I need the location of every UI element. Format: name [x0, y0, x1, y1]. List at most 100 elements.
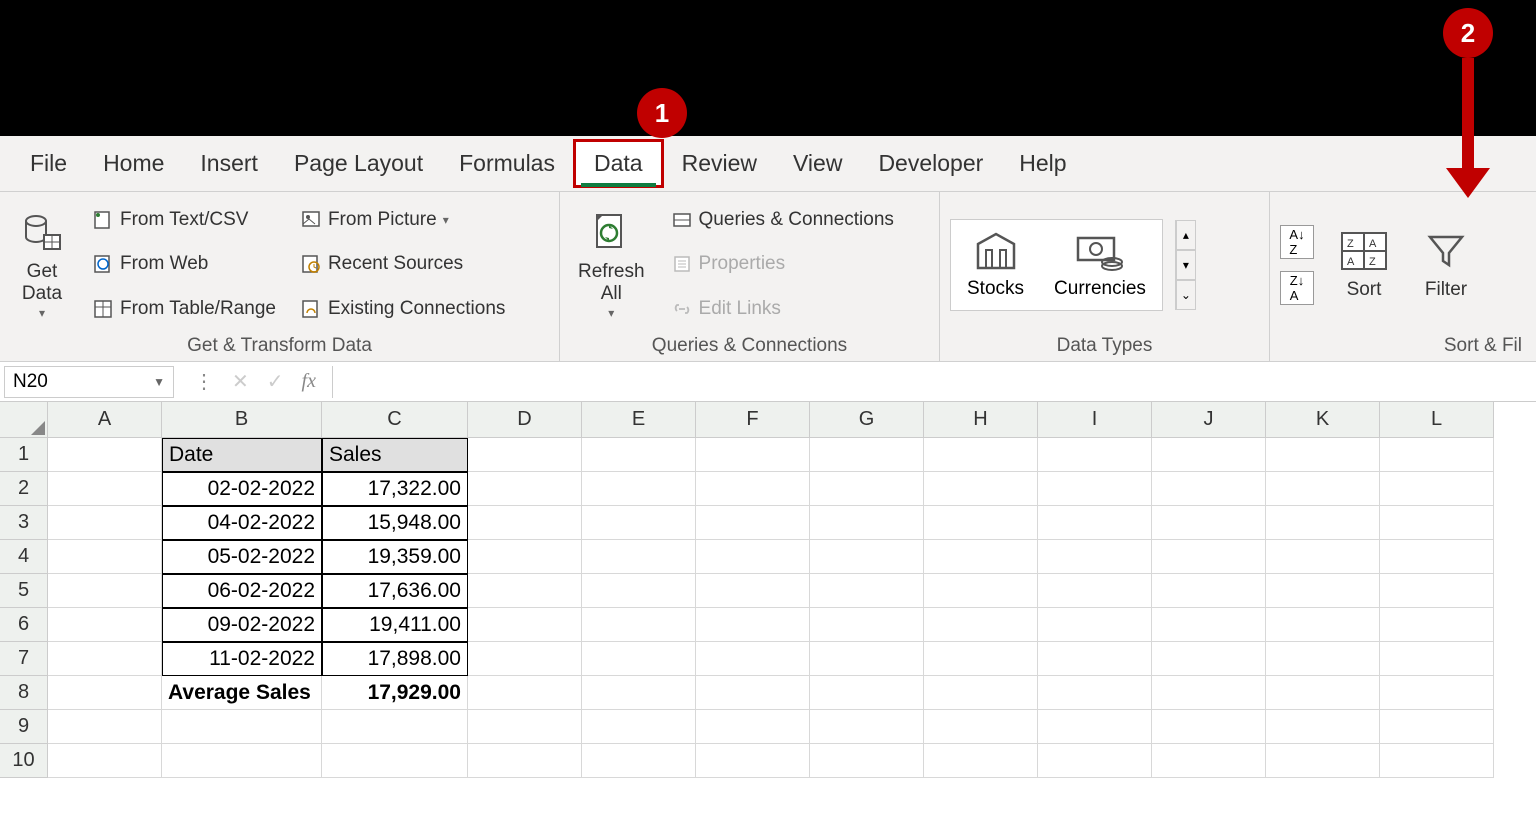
col-header-F[interactable]: F — [696, 402, 810, 438]
cell-L8[interactable] — [1380, 676, 1494, 710]
col-header-L[interactable]: L — [1380, 402, 1494, 438]
row-header-7[interactable]: 7 — [0, 642, 48, 676]
cell-L4[interactable] — [1380, 540, 1494, 574]
cell-D4[interactable] — [468, 540, 582, 574]
from-text-csv-button[interactable]: From Text/CSV — [86, 205, 282, 235]
cell-E8[interactable] — [582, 676, 696, 710]
cell-J1[interactable] — [1152, 438, 1266, 472]
cell-B5[interactable]: 06-02-2022 — [162, 574, 322, 608]
cell-F10[interactable] — [696, 744, 810, 778]
cell-E10[interactable] — [582, 744, 696, 778]
tab-developer[interactable]: Developer — [860, 142, 1001, 185]
cell-J7[interactable] — [1152, 642, 1266, 676]
cell-K6[interactable] — [1266, 608, 1380, 642]
cell-E4[interactable] — [582, 540, 696, 574]
cell-H8[interactable] — [924, 676, 1038, 710]
tab-help[interactable]: Help — [1001, 142, 1084, 185]
cell-G7[interactable] — [810, 642, 924, 676]
col-header-K[interactable]: K — [1266, 402, 1380, 438]
cell-I8[interactable] — [1038, 676, 1152, 710]
col-header-C[interactable]: C — [322, 402, 468, 438]
tab-data[interactable]: Data — [573, 139, 664, 188]
cell-C2[interactable]: 17,322.00 — [322, 472, 468, 506]
cell-I2[interactable] — [1038, 472, 1152, 506]
cell-G9[interactable] — [810, 710, 924, 744]
cell-L3[interactable] — [1380, 506, 1494, 540]
from-table-range-button[interactable]: From Table/Range — [86, 294, 282, 324]
cell-A5[interactable] — [48, 574, 162, 608]
cell-F8[interactable] — [696, 676, 810, 710]
cell-B4[interactable]: 05-02-2022 — [162, 540, 322, 574]
cell-K10[interactable] — [1266, 744, 1380, 778]
row-header-9[interactable]: 9 — [0, 710, 48, 744]
cell-G4[interactable] — [810, 540, 924, 574]
row-header-3[interactable]: 3 — [0, 506, 48, 540]
cell-C9[interactable] — [322, 710, 468, 744]
more-icon[interactable]: ⋮ — [194, 369, 214, 394]
sort-desc-button[interactable]: Z↓A — [1280, 271, 1314, 305]
cell-D8[interactable] — [468, 676, 582, 710]
cell-H1[interactable] — [924, 438, 1038, 472]
cell-A1[interactable] — [48, 438, 162, 472]
cell-L1[interactable] — [1380, 438, 1494, 472]
cell-B3[interactable]: 04-02-2022 — [162, 506, 322, 540]
cell-A3[interactable] — [48, 506, 162, 540]
cell-B8[interactable]: Average Sales — [162, 676, 322, 710]
from-web-button[interactable]: From Web — [86, 249, 282, 279]
col-header-E[interactable]: E — [582, 402, 696, 438]
cell-F7[interactable] — [696, 642, 810, 676]
cell-J3[interactable] — [1152, 506, 1266, 540]
from-picture-button[interactable]: From Picture▾ — [294, 205, 511, 235]
cell-E1[interactable] — [582, 438, 696, 472]
cell-H9[interactable] — [924, 710, 1038, 744]
select-all-corner[interactable] — [0, 402, 48, 438]
cell-I6[interactable] — [1038, 608, 1152, 642]
cell-C6[interactable]: 19,411.00 — [322, 608, 468, 642]
cell-A2[interactable] — [48, 472, 162, 506]
cell-I9[interactable] — [1038, 710, 1152, 744]
col-header-G[interactable]: G — [810, 402, 924, 438]
recent-sources-button[interactable]: Recent Sources — [294, 249, 511, 279]
fx-icon[interactable]: fx — [302, 370, 316, 393]
row-header-8[interactable]: 8 — [0, 676, 48, 710]
cell-I7[interactable] — [1038, 642, 1152, 676]
cell-I5[interactable] — [1038, 574, 1152, 608]
cell-I4[interactable] — [1038, 540, 1152, 574]
cell-A8[interactable] — [48, 676, 162, 710]
cell-D3[interactable] — [468, 506, 582, 540]
cell-C3[interactable]: 15,948.00 — [322, 506, 468, 540]
cell-J4[interactable] — [1152, 540, 1266, 574]
cell-I10[interactable] — [1038, 744, 1152, 778]
sort-button[interactable]: ZAAZ Sort — [1332, 223, 1396, 306]
cell-D9[interactable] — [468, 710, 582, 744]
cell-C7[interactable]: 17,898.00 — [322, 642, 468, 676]
cell-A4[interactable] — [48, 540, 162, 574]
cell-B7[interactable]: 11-02-2022 — [162, 642, 322, 676]
row-header-10[interactable]: 10 — [0, 744, 48, 778]
cell-K4[interactable] — [1266, 540, 1380, 574]
stocks-button[interactable]: Stocks — [967, 230, 1024, 300]
gallery-up[interactable]: ▴ — [1176, 220, 1196, 250]
existing-connections-button[interactable]: Existing Connections — [294, 294, 511, 324]
cell-C1[interactable]: Sales — [322, 438, 468, 472]
cell-H2[interactable] — [924, 472, 1038, 506]
tab-home[interactable]: Home — [85, 142, 182, 185]
cell-L2[interactable] — [1380, 472, 1494, 506]
tab-insert[interactable]: Insert — [182, 142, 276, 185]
cell-K8[interactable] — [1266, 676, 1380, 710]
cell-F9[interactable] — [696, 710, 810, 744]
row-header-4[interactable]: 4 — [0, 540, 48, 574]
cell-C5[interactable]: 17,636.00 — [322, 574, 468, 608]
cell-A10[interactable] — [48, 744, 162, 778]
cell-D10[interactable] — [468, 744, 582, 778]
tab-review[interactable]: Review — [664, 142, 775, 185]
cell-D6[interactable] — [468, 608, 582, 642]
cell-D1[interactable] — [468, 438, 582, 472]
row-header-1[interactable]: 1 — [0, 438, 48, 472]
cell-F1[interactable] — [696, 438, 810, 472]
tab-page-layout[interactable]: Page Layout — [276, 142, 441, 185]
cell-J9[interactable] — [1152, 710, 1266, 744]
cell-H3[interactable] — [924, 506, 1038, 540]
col-header-I[interactable]: I — [1038, 402, 1152, 438]
cell-L7[interactable] — [1380, 642, 1494, 676]
